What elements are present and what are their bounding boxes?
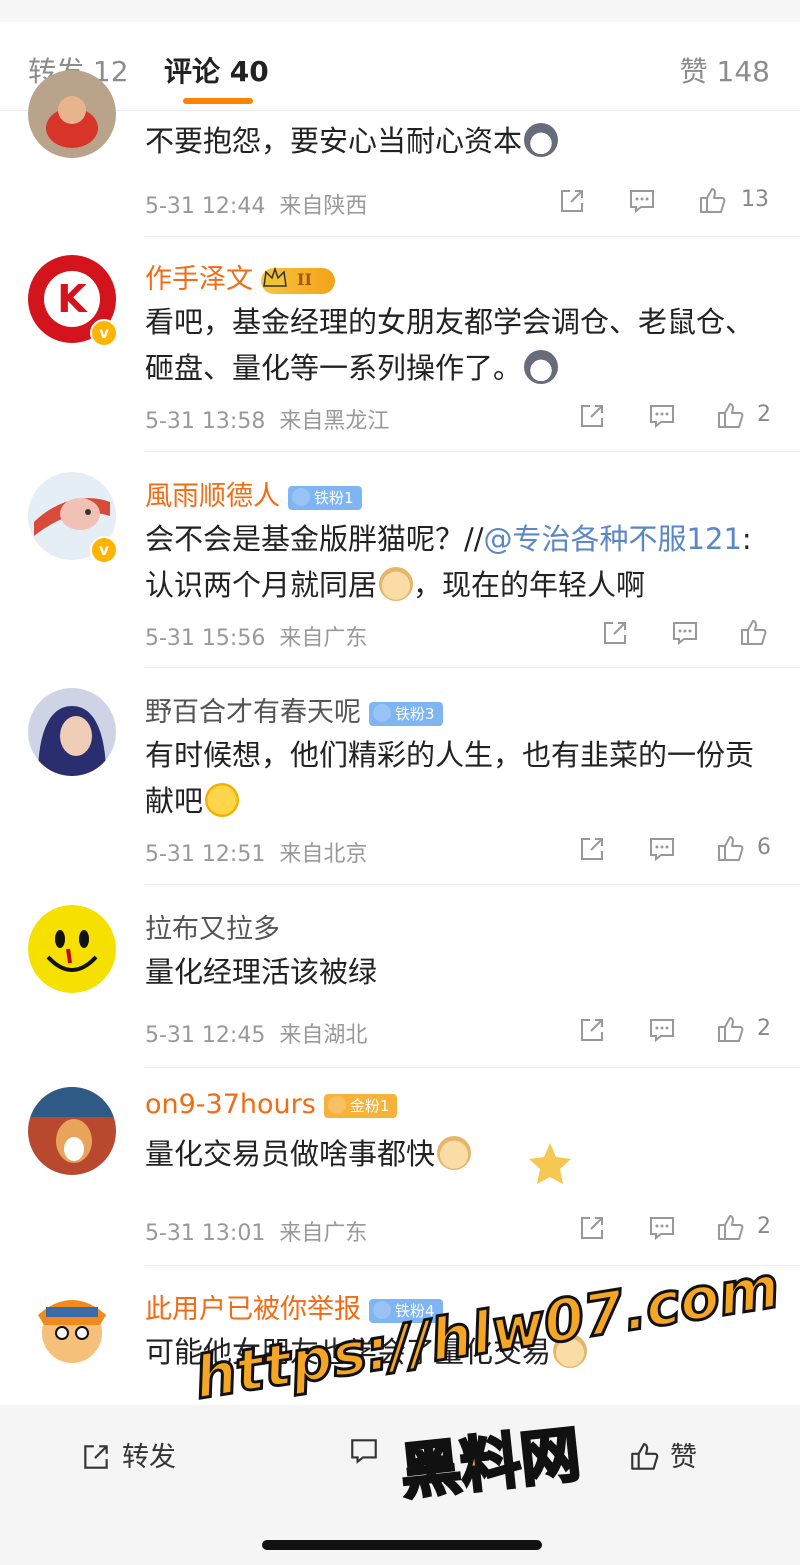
comment-text: 有时候想，他们精彩的人生，也有韭菜的一份贡献吧 xyxy=(145,738,755,818)
comment-meta: 5-31 13:01 来自广东 xyxy=(145,1221,368,1246)
share-icon[interactable] xyxy=(577,1213,607,1243)
avatar[interactable] xyxy=(28,688,116,776)
share-icon[interactable] xyxy=(577,834,607,864)
comment-meta: 5-31 15:56 来自广东 xyxy=(145,626,368,651)
status-strip xyxy=(0,0,800,23)
comment-meta: 5-31 12:44 来自陕西 xyxy=(145,194,368,219)
doge-emoji-icon xyxy=(437,1136,472,1170)
like-count: 2 xyxy=(757,402,771,427)
comment-icon[interactable] xyxy=(647,1213,677,1243)
like-count: 2 xyxy=(757,1214,771,1239)
repost-label: 转发 xyxy=(122,1442,176,1473)
active-tab-indicator xyxy=(183,98,253,104)
like-icon[interactable] xyxy=(697,186,727,216)
tab-like[interactable]: 赞 148 xyxy=(680,50,770,90)
share-icon[interactable] xyxy=(557,186,587,216)
divider xyxy=(145,667,800,668)
watermark-overlay: https://hlw07.com 黑料网 xyxy=(189,1251,786,1510)
divider xyxy=(145,884,800,885)
comment-meta: 5-31 12:51 来自北京 xyxy=(145,842,368,867)
avatar[interactable] xyxy=(28,905,116,993)
comment-icon[interactable] xyxy=(627,186,657,216)
fan-badge-icon: 金粉1 xyxy=(323,1093,398,1118)
comment-meta: 5-31 12:45 来自湖北 xyxy=(145,1023,368,1048)
tab-comment[interactable]: 评论 40 xyxy=(164,50,269,90)
watermark-url: https://hlw07.com xyxy=(189,1251,786,1414)
like-count: 2 xyxy=(757,1016,771,1041)
avatar[interactable] xyxy=(28,1087,116,1175)
comment-meta: 5-31 13:58 来自黑龙江 xyxy=(145,409,390,434)
like-count: 13 xyxy=(741,187,769,212)
share-icon xyxy=(84,1445,108,1469)
fan-badge-icon: 铁粉3 xyxy=(369,701,443,726)
like-icon[interactable] xyxy=(715,401,745,431)
avatar[interactable] xyxy=(28,1285,116,1373)
comment-icon[interactable] xyxy=(647,401,677,431)
like-count: 6 xyxy=(757,835,771,860)
vip-crown-badge-icon: II xyxy=(261,266,335,294)
divider xyxy=(145,451,800,452)
svg-text:K: K xyxy=(57,277,88,321)
mention-link[interactable]: @专治各种不服121 xyxy=(484,522,742,556)
watermark-site-name: 黑料网 xyxy=(396,1418,585,1509)
divider xyxy=(145,1067,800,1068)
like-icon[interactable] xyxy=(715,834,745,864)
verified-badge-icon: v xyxy=(90,536,118,564)
username[interactable]: 風雨顺德人 铁粉1 xyxy=(145,474,362,513)
divider xyxy=(145,236,800,237)
sparkle-decoration-icon xyxy=(520,1137,580,1187)
comment-text: 量化交易员做啥事都快 xyxy=(145,1131,775,1177)
share-icon[interactable] xyxy=(600,618,630,648)
home-indicator[interactable] xyxy=(262,1540,542,1550)
doge-emoji-icon xyxy=(379,567,414,601)
username[interactable]: 作手泽文 II xyxy=(145,257,335,296)
like-icon[interactable] xyxy=(715,1015,745,1045)
tab-bar: 转发 12 评论 40 赞 148 xyxy=(0,22,800,111)
share-icon[interactable] xyxy=(577,1015,607,1045)
laugh-emoji-icon xyxy=(205,783,240,817)
repost-button[interactable]: 转发 xyxy=(80,1435,176,1474)
username[interactable]: 拉布又拉多 xyxy=(145,907,280,946)
comment-text: 不要抱怨，要安心当耐心资本 xyxy=(145,118,775,164)
fan-badge-icon: 铁粉1 xyxy=(288,485,362,510)
husky-emoji-icon xyxy=(524,350,559,384)
username[interactable]: on9-37hours 金粉1 xyxy=(145,1089,398,1120)
username[interactable]: 野百合才有春天呢 铁粉3 xyxy=(145,690,443,729)
comment-icon[interactable] xyxy=(670,618,700,648)
like-icon[interactable] xyxy=(715,1213,745,1243)
comment-text: 看吧，基金经理的女朋友都学会调仓、老鼠仓、砸盘、量化等一系列操作了。 xyxy=(145,305,755,385)
share-icon[interactable] xyxy=(577,401,607,431)
avatar[interactable] xyxy=(28,70,116,158)
comment-icon[interactable] xyxy=(647,1015,677,1045)
like-icon[interactable] xyxy=(738,618,768,648)
comment-text: 量化经理活该被绿 xyxy=(145,955,378,989)
verified-badge-icon: v xyxy=(90,319,118,347)
husky-emoji-icon xyxy=(524,123,559,157)
comment-text: 会不会是基金版胖猫呢？//@专治各种不服121:认识两个月就同居 ，现在的年轻人啊 xyxy=(145,522,752,602)
comment-icon[interactable] xyxy=(647,834,677,864)
